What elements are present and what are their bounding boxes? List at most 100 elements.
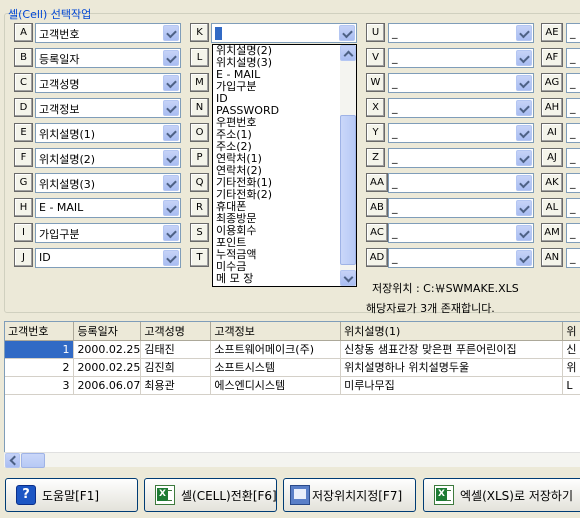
field-select-ak[interactable]: _ xyxy=(566,173,580,193)
field-select-ae[interactable]: _ xyxy=(566,23,580,43)
column-header[interactable]: 고객정보 xyxy=(210,322,342,341)
field-select-g[interactable]: 위치설명(3) xyxy=(35,173,181,193)
table-cell[interactable]: 김진희 xyxy=(140,358,212,377)
column-header[interactable]: 고객성명 xyxy=(140,322,212,341)
table-cell[interactable]: 위치설명하나 위치설명두울 xyxy=(340,358,564,377)
field-select-f[interactable]: 위치설명(2) xyxy=(35,148,181,168)
table-row[interactable]: 2 2000.02.25 김진희 소프트시스템 위치설명하나 위치설명두울 위 xyxy=(5,358,580,377)
chevron-down-icon[interactable] xyxy=(163,100,179,116)
table-row[interactable]: 1 2000.02.25 김태진 소프트웨어메이크(주) 신창동 샘표간장 맞은편 푸른… xyxy=(5,340,580,359)
field-select-am[interactable]: _ xyxy=(566,223,580,243)
save-location-button[interactable]: 저장위치지정[F7] xyxy=(283,478,416,512)
table-cell[interactable]: 신창동 샘표간장 맞은편 푸른어린이집 xyxy=(340,340,564,359)
chevron-down-icon[interactable] xyxy=(163,225,179,241)
chevron-down-icon[interactable] xyxy=(163,50,179,66)
field-select-h[interactable]: E - MAIL xyxy=(35,198,181,218)
chevron-down-icon[interactable] xyxy=(339,25,355,41)
chevron-down-icon[interactable] xyxy=(163,125,179,141)
chevron-down-icon[interactable] xyxy=(163,250,179,266)
field-select-e[interactable]: 위치설명(1) xyxy=(35,123,181,143)
column-header[interactable]: 위 xyxy=(562,322,580,341)
help-icon xyxy=(16,485,36,505)
chevron-down-icon[interactable] xyxy=(163,150,179,166)
field-select-al[interactable]: _ xyxy=(566,198,580,218)
field-select-ad[interactable]: _ xyxy=(388,248,534,268)
chevron-down-icon[interactable] xyxy=(516,175,532,191)
column-header[interactable]: 고객번호 xyxy=(5,322,75,341)
field-dropdown-list[interactable]: 위치설명(2) 위치설명(3) E - MAIL 가입구분 ID PASSWORD 우편번호… xyxy=(212,44,357,287)
dropdown-scrollbar[interactable] xyxy=(340,45,356,286)
table-cell[interactable]: 신 xyxy=(562,340,580,359)
field-select-j[interactable]: ID xyxy=(35,248,181,268)
table-cell[interactable]: 소프트웨어메이크(주) xyxy=(210,340,342,359)
table-cell[interactable]: 2 xyxy=(5,358,75,377)
field-select-ai[interactable]: _ xyxy=(566,123,580,143)
field-select-y[interactable]: _ xyxy=(388,123,534,143)
help-button[interactable]: 도움말[F1] xyxy=(5,478,138,512)
chevron-down-icon[interactable] xyxy=(163,25,179,41)
chevron-down-icon[interactable] xyxy=(163,175,179,191)
chevron-down-icon[interactable] xyxy=(516,50,532,66)
chevron-down-icon[interactable] xyxy=(516,125,532,141)
field-select-c[interactable]: 고객성명 xyxy=(35,73,181,93)
table-cell[interactable]: 1 xyxy=(5,340,75,359)
field-select-w[interactable]: _ xyxy=(388,73,534,93)
column-header[interactable]: 위치설명(1) xyxy=(340,322,564,341)
table-cell[interactable]: 3 xyxy=(5,376,75,395)
chevron-down-icon[interactable] xyxy=(516,150,532,166)
scroll-left-icon[interactable] xyxy=(5,453,20,468)
field-select-d-value: 고객정보 xyxy=(39,103,80,116)
field-select-k[interactable] xyxy=(211,23,357,43)
table-row[interactable]: 3 2006.06.07 최용관 에스엔디시스템 미루나무집 L xyxy=(5,376,580,395)
column-letter-z: Z xyxy=(366,148,385,167)
field-select-ah[interactable]: _ xyxy=(566,98,580,118)
scroll-down-icon[interactable] xyxy=(340,270,356,286)
field-select-b[interactable]: 등록일자 xyxy=(35,48,181,68)
field-select-a[interactable]: 고객번호 xyxy=(35,23,181,43)
chevron-down-icon[interactable] xyxy=(516,250,532,266)
table-cell[interactable]: L xyxy=(562,376,580,395)
column-letter-t: T xyxy=(190,248,209,267)
table-cell[interactable]: 2006.06.07 xyxy=(73,376,142,395)
table-cell[interactable]: 에스엔디시스템 xyxy=(210,376,342,395)
field-select-u[interactable]: _ xyxy=(388,23,534,43)
scroll-up-icon[interactable] xyxy=(340,45,356,61)
field-select-ac[interactable]: _ xyxy=(388,223,534,243)
table-cell[interactable]: 2000.02.25 xyxy=(73,340,142,359)
field-select-ag[interactable]: _ xyxy=(566,73,580,93)
chevron-down-icon[interactable] xyxy=(516,100,532,116)
excel-save-button[interactable]: 엑셀(XLS)로 저장하기 xyxy=(423,478,580,512)
data-grid[interactable]: 고객번호 등록일자 고객성명 고객정보 위치설명(1) 위 1 2000.02.25 김태진 소… xyxy=(4,321,580,467)
chevron-down-icon[interactable] xyxy=(163,75,179,91)
cell-convert-button[interactable]: 셀(CELL)전환[F6] xyxy=(144,478,277,512)
scroll-thumb[interactable] xyxy=(340,115,356,265)
field-select-aj[interactable]: _ xyxy=(566,148,580,168)
dropdown-option[interactable]: 가입구분 xyxy=(214,81,341,93)
grid-horizontal-scrollbar[interactable] xyxy=(4,452,580,468)
table-cell[interactable]: 소프트시스템 xyxy=(210,358,342,377)
field-select-d[interactable]: 고객정보 xyxy=(35,98,181,118)
chevron-down-icon[interactable] xyxy=(516,75,532,91)
chevron-down-icon[interactable] xyxy=(516,225,532,241)
table-cell[interactable]: 2000.02.25 xyxy=(73,358,142,377)
dropdown-option[interactable]: 메 모 장 xyxy=(214,273,341,285)
field-select-ab[interactable]: _ xyxy=(388,198,534,218)
table-cell[interactable]: 최용관 xyxy=(140,376,212,395)
table-cell[interactable]: 김태진 xyxy=(140,340,212,359)
group-title: 셀(Cell) 선택작업 xyxy=(8,8,92,21)
chevron-down-icon[interactable] xyxy=(516,25,532,41)
column-letter-s: S xyxy=(190,223,209,242)
field-select-z[interactable]: _ xyxy=(388,148,534,168)
table-cell[interactable]: 위 xyxy=(562,358,580,377)
field-select-af[interactable]: _ xyxy=(566,48,580,68)
chevron-down-icon[interactable] xyxy=(516,200,532,216)
column-header[interactable]: 등록일자 xyxy=(73,322,142,341)
field-select-x[interactable]: _ xyxy=(388,98,534,118)
chevron-down-icon[interactable] xyxy=(163,200,179,216)
table-cell[interactable]: 미루나무집 xyxy=(340,376,564,395)
field-select-v[interactable]: _ xyxy=(388,48,534,68)
field-select-i[interactable]: 가입구분 xyxy=(35,223,181,243)
field-select-an[interactable]: _ xyxy=(566,248,580,268)
scroll-thumb[interactable] xyxy=(21,453,45,468)
field-select-aa[interactable]: _ xyxy=(388,173,534,193)
